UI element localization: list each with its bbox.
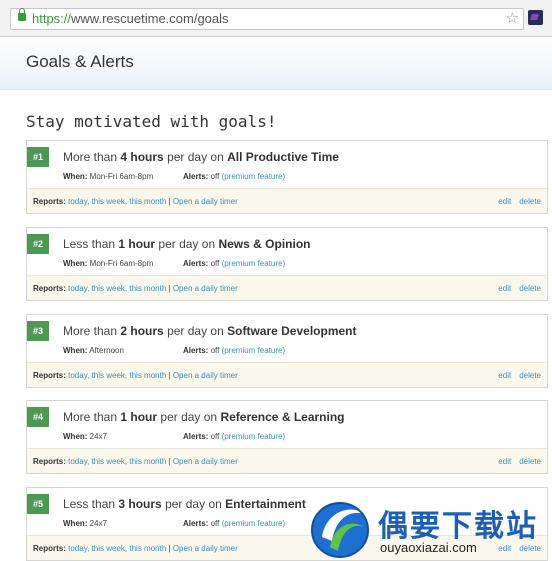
goal-card: #4 More than 1 hour per day on Reference … [26,400,548,474]
goal-actions: edit delete [490,197,541,206]
delete-link[interactable]: delete [519,371,541,380]
goal-reports: Reports: today, this week, this month | … [33,197,238,206]
goal-schedule: When: Mon-Fri 6am-8pm [63,259,154,268]
report-this-month-link[interactable]: this month [129,371,166,380]
daily-timer-link[interactable]: Open a daily timer [173,197,238,206]
goal-alerts: Alerts: off (premium feature) [183,519,286,528]
report-this-month-link[interactable]: this month [129,544,166,553]
goal-footer: Reports: today, this week, this month | … [27,275,547,300]
separator: | [168,284,171,293]
bookmark-star-icon[interactable]: ☆ [506,9,519,27]
premium-feature-link[interactable]: (premium feature) [222,346,286,355]
report-this-week-link[interactable]: this week, [92,284,128,293]
daily-timer-link[interactable]: Open a daily timer [173,284,238,293]
goal-schedule: When: Afternoon [63,346,124,355]
page-header: Goals & Alerts [0,37,552,90]
report-today-link[interactable]: today, [68,544,89,553]
report-this-week-link[interactable]: this week, [92,197,128,206]
goal-actions: edit delete [490,371,541,380]
report-this-month-link[interactable]: this month [129,197,166,206]
separator: | [168,197,171,206]
premium-feature-link[interactable]: (premium feature) [222,432,286,441]
goal-headline: More than 1 hour per day on Reference & … [63,410,345,424]
goal-alerts: Alerts: off (premium feature) [183,432,286,441]
edit-link[interactable]: edit [498,457,511,466]
goal-reports: Reports: today, this week, this month | … [33,371,238,380]
goal-reports: Reports: today, this week, this month | … [33,457,238,466]
delete-link[interactable]: delete [519,197,541,206]
goal-reports: Reports: today, this week, this month | … [33,544,238,553]
report-this-month-link[interactable]: this month [129,284,166,293]
goal-number-badge: #3 [27,321,49,341]
goal-schedule: When: Mon-Fri 6am-8pm [63,172,154,181]
premium-feature-link[interactable]: (premium feature) [222,172,286,181]
separator: | [168,371,171,380]
browser-toolbar: https://www.rescuetime.com/goals ☆ [0,0,552,37]
watermark: 偶要下载站 ouyaoxiazai.com [308,497,552,560]
url-text: https://www.rescuetime.com/goals [32,11,229,26]
goal-number-badge: #5 [27,494,49,514]
goal-number-badge: #1 [27,147,49,167]
report-this-week-link[interactable]: this week, [92,544,128,553]
separator: | [168,544,171,553]
delete-link[interactable]: delete [519,457,541,466]
address-bar[interactable]: https://www.rescuetime.com/goals ☆ [10,8,524,30]
goal-footer: Reports: today, this week, this month | … [27,188,547,213]
goal-reports: Reports: today, this week, this month | … [33,284,238,293]
goal-footer: Reports: today, this week, this month | … [27,362,547,387]
extension-icon[interactable] [528,10,543,25]
report-today-link[interactable]: today, [68,284,89,293]
report-this-week-link[interactable]: this week, [92,371,128,380]
report-today-link[interactable]: today, [68,371,89,380]
goal-number-badge: #2 [27,234,49,254]
edit-link[interactable]: edit [498,371,511,380]
premium-feature-link[interactable]: (premium feature) [222,259,286,268]
goal-card: #1 More than 4 hours per day on All Produ… [26,140,548,214]
watermark-logo-icon [311,502,369,558]
goal-card: #2 Less than 1 hour per day on News & Opi… [26,227,548,301]
edit-link[interactable]: edit [498,197,511,206]
separator: | [168,457,171,466]
goal-alerts: Alerts: off (premium feature) [183,259,286,268]
page-title: Goals & Alerts [26,52,134,71]
goal-headline: Less than 1 hour per day on News & Opini… [63,237,311,251]
goal-actions: edit delete [490,284,541,293]
goal-headline: More than 4 hours per day on All Product… [63,150,339,164]
lock-icon [18,8,26,21]
premium-feature-link[interactable]: (premium feature) [222,519,286,528]
report-today-link[interactable]: today, [68,457,89,466]
report-this-month-link[interactable]: this month [129,457,166,466]
goal-headline: Less than 3 hours per day on Entertainme… [63,497,306,511]
goal-schedule: When: 24x7 [63,519,108,528]
edit-link[interactable]: edit [498,284,511,293]
goal-alerts: Alerts: off (premium feature) [183,346,286,355]
goal-footer: Reports: today, this week, this month | … [27,448,547,473]
daily-timer-link[interactable]: Open a daily timer [173,544,238,553]
daily-timer-link[interactable]: Open a daily timer [173,457,238,466]
goal-headline: More than 2 hours per day on Software De… [63,324,357,338]
report-today-link[interactable]: today, [68,197,89,206]
delete-link[interactable]: delete [519,284,541,293]
goal-card: #3 More than 2 hours per day on Software … [26,314,548,388]
tagline: Stay motivated with goals! [26,112,277,131]
report-this-week-link[interactable]: this week, [92,457,128,466]
goal-actions: edit delete [490,457,541,466]
goal-schedule: When: 24x7 [63,432,108,441]
daily-timer-link[interactable]: Open a daily timer [173,371,238,380]
goal-alerts: Alerts: off (premium feature) [183,172,286,181]
goal-number-badge: #4 [27,407,49,427]
